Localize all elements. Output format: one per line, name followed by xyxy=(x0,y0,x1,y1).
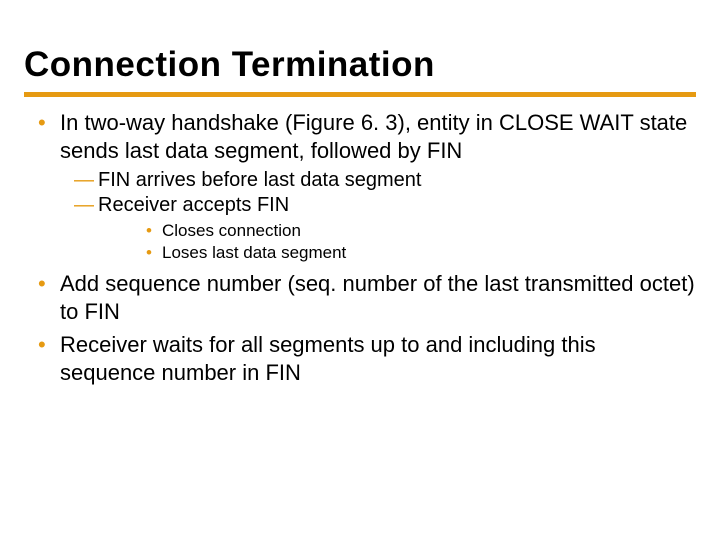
sub-list: Closes connection Loses last data segmen… xyxy=(98,220,696,264)
sub-item: Closes connection xyxy=(146,220,696,242)
bullet-text: Add sequence number (seq. number of the … xyxy=(60,271,695,324)
slide: Connection Termination In two-way handsh… xyxy=(0,0,720,540)
dash-list: FIN arrives before last data segment Rec… xyxy=(60,168,696,264)
dash-text: FIN arrives before last data segment xyxy=(98,169,421,191)
sub-text: Loses last data segment xyxy=(162,243,346,262)
bullet-list: In two-way handshake (Figure 6. 3), enti… xyxy=(24,109,696,386)
bullet-item: Receiver waits for all segments up to an… xyxy=(36,331,696,386)
bullet-item: Add sequence number (seq. number of the … xyxy=(36,270,696,325)
dash-text: Receiver accepts FIN xyxy=(98,194,289,216)
bullet-text: Receiver waits for all segments up to an… xyxy=(60,332,596,385)
bullet-text: In two-way handshake (Figure 6. 3), enti… xyxy=(60,110,687,163)
slide-title: Connection Termination xyxy=(24,44,696,86)
bullet-item: In two-way handshake (Figure 6. 3), enti… xyxy=(36,109,696,264)
dash-item: FIN arrives before last data segment xyxy=(76,168,696,193)
title-rule xyxy=(24,92,696,97)
sub-item: Loses last data segment xyxy=(146,242,696,264)
sub-text: Closes connection xyxy=(162,221,301,240)
dash-item: Receiver accepts FIN Closes connection L… xyxy=(76,193,696,264)
